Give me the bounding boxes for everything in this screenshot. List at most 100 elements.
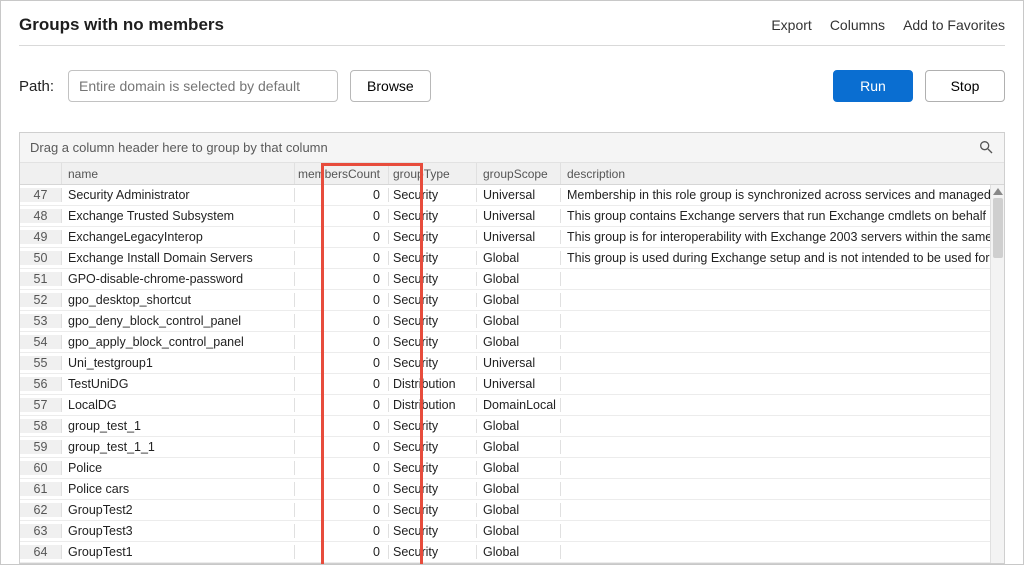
cell-groupscope: Global [477,440,561,454]
search-icon[interactable] [978,139,994,155]
cell-memberscount: 0 [295,545,389,559]
table-row[interactable]: 64GroupTest10SecurityGlobal [20,542,1004,563]
scroll-thumb[interactable] [993,198,1003,258]
table-row[interactable]: 58group_test_10SecurityGlobal [20,416,1004,437]
cell-grouptype: Security [389,272,477,286]
col-header-groupscope[interactable]: groupScope [477,163,561,184]
table-row[interactable]: 51GPO-disable-chrome-password0SecurityGl… [20,269,1004,290]
table-row[interactable]: 54gpo_apply_block_control_panel0Security… [20,332,1004,353]
cell-name: Uni_testgroup1 [62,356,295,370]
cell-name: Exchange Trusted Subsystem [62,209,295,223]
col-header-name[interactable]: name [62,163,295,184]
cell-description: This group contains Exchange servers tha… [561,209,990,223]
row-number: 58 [20,419,62,433]
row-number: 53 [20,314,62,328]
table-row[interactable]: 60Police0SecurityGlobal [20,458,1004,479]
browse-button[interactable]: Browse [350,70,431,102]
cell-name: gpo_deny_block_control_panel [62,314,295,328]
cell-memberscount: 0 [295,314,389,328]
table-row[interactable]: 47Security Administrator0SecurityUnivers… [20,185,1004,206]
cell-groupscope: Universal [477,356,561,370]
path-label: Path: [19,78,54,95]
col-header-description[interactable]: description [561,163,990,184]
cell-grouptype: Security [389,251,477,265]
cell-name: GPO-disable-chrome-password [62,272,295,286]
cell-name: TestUniDG [62,377,295,391]
table-header: name membersCount groupType groupScope d… [20,163,1004,185]
col-header-memberscount[interactable]: membersCount [295,163,389,184]
table-row[interactable]: 57LocalDG0DistributionDomainLocal [20,395,1004,416]
row-number: 54 [20,335,62,349]
row-number: 49 [20,230,62,244]
cell-groupscope: Global [477,419,561,433]
export-link[interactable]: Export [771,17,811,33]
cell-grouptype: Security [389,293,477,307]
row-number: 47 [20,188,62,202]
cell-name: LocalDG [62,398,295,412]
page-title: Groups with no members [19,15,224,35]
cell-memberscount: 0 [295,209,389,223]
cell-groupscope: Global [477,482,561,496]
cell-grouptype: Security [389,230,477,244]
table-row[interactable]: 50Exchange Install Domain Servers0Securi… [20,248,1004,269]
cell-grouptype: Security [389,440,477,454]
path-input[interactable] [68,70,338,102]
table-row[interactable]: 53gpo_deny_block_control_panel0SecurityG… [20,311,1004,332]
cell-name: Police cars [62,482,295,496]
scroll-up-icon[interactable] [993,188,1003,195]
cell-name: gpo_desktop_shortcut [62,293,295,307]
table-row[interactable]: 61Police cars0SecurityGlobal [20,479,1004,500]
cell-grouptype: Distribution [389,377,477,391]
cell-name: GroupTest2 [62,503,295,517]
table-row[interactable]: 56TestUniDG0DistributionUniversal [20,374,1004,395]
cell-memberscount: 0 [295,293,389,307]
cell-memberscount: 0 [295,335,389,349]
table-row[interactable]: 48Exchange Trusted Subsystem0SecurityUni… [20,206,1004,227]
columns-link[interactable]: Columns [830,17,885,33]
vertical-scrollbar[interactable] [990,185,1004,563]
cell-name: Exchange Install Domain Servers [62,251,295,265]
cell-memberscount: 0 [295,503,389,517]
table-row[interactable]: 49ExchangeLegacyInterop0SecurityUniversa… [20,227,1004,248]
cell-memberscount: 0 [295,461,389,475]
cell-name: ExchangeLegacyInterop [62,230,295,244]
table-row[interactable]: 55Uni_testgroup10SecurityUniversal [20,353,1004,374]
cell-grouptype: Security [389,482,477,496]
cell-memberscount: 0 [295,356,389,370]
cell-name: gpo_apply_block_control_panel [62,335,295,349]
cell-grouptype: Security [389,524,477,538]
cell-groupscope: Global [477,314,561,328]
group-by-hint: Drag a column header here to group by th… [30,140,328,155]
cell-memberscount: 0 [295,230,389,244]
cell-name: group_test_1_1 [62,440,295,454]
table-row[interactable]: 62GroupTest20SecurityGlobal [20,500,1004,521]
table-row[interactable]: 52gpo_desktop_shortcut0SecurityGlobal [20,290,1004,311]
cell-memberscount: 0 [295,524,389,538]
cell-description: This group is for interoperability with … [561,230,990,244]
cell-description: This group is used during Exchange setup… [561,251,990,265]
cell-memberscount: 0 [295,419,389,433]
cell-memberscount: 0 [295,482,389,496]
row-number: 60 [20,461,62,475]
cell-name: Security Administrator [62,188,295,202]
cell-groupscope: Global [477,461,561,475]
cell-grouptype: Security [389,545,477,559]
table-row[interactable]: 59group_test_1_10SecurityGlobal [20,437,1004,458]
cell-groupscope: Global [477,293,561,307]
col-header-grouptype[interactable]: groupType [389,163,477,184]
row-number: 62 [20,503,62,517]
cell-groupscope: Universal [477,188,561,202]
row-number: 52 [20,293,62,307]
cell-description: Membership in this role group is synchro… [561,188,990,202]
cell-groupscope: Global [477,272,561,286]
cell-name: group_test_1 [62,419,295,433]
row-number: 55 [20,356,62,370]
run-button[interactable]: Run [833,70,913,102]
add-favorites-link[interactable]: Add to Favorites [903,17,1005,33]
row-number: 50 [20,251,62,265]
row-number: 63 [20,524,62,538]
table-row[interactable]: 63GroupTest30SecurityGlobal [20,521,1004,542]
cell-memberscount: 0 [295,251,389,265]
stop-button[interactable]: Stop [925,70,1005,102]
cell-groupscope: Global [477,335,561,349]
